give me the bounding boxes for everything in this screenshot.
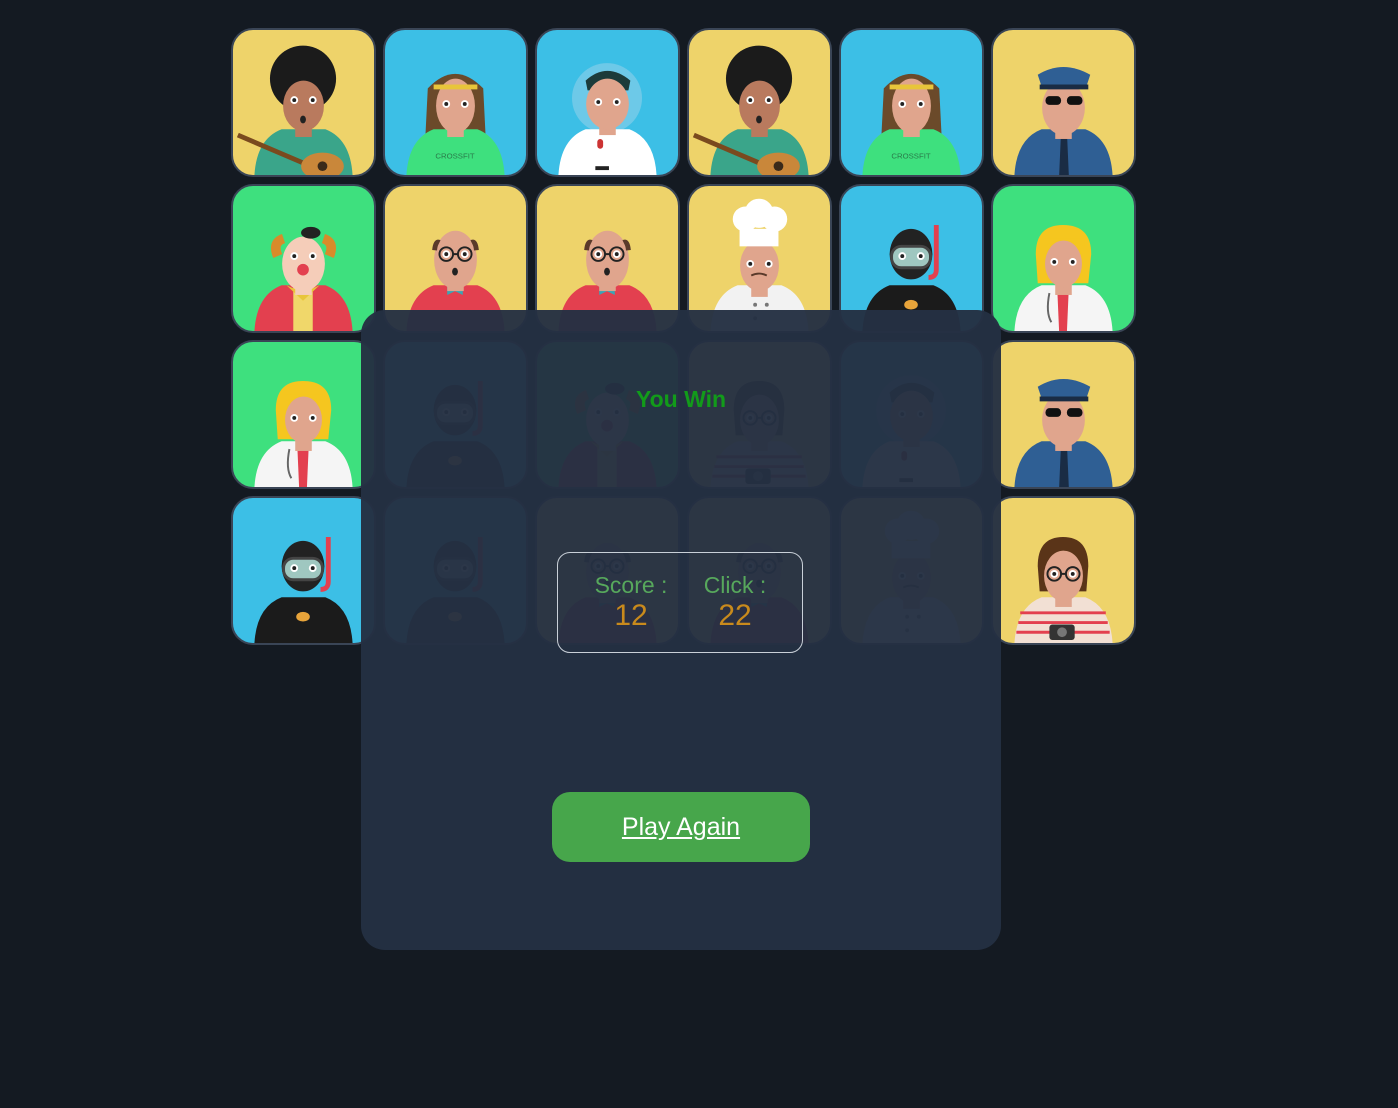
afro-guitarist-icon bbox=[692, 45, 809, 175]
card-blonde-doctor[interactable] bbox=[991, 184, 1136, 333]
click-stat: Click : 22 bbox=[680, 572, 790, 632]
afro-guitarist-icon bbox=[236, 45, 353, 175]
bald-longhair-hipster-icon: CROSSFIT bbox=[862, 73, 961, 175]
bald-longhair-hipster-icon: CROSSFIT bbox=[406, 73, 505, 175]
scuba-diver-icon bbox=[254, 536, 353, 643]
card-photographer[interactable] bbox=[991, 496, 1136, 645]
card-bald-longhair-hipster[interactable]: CROSSFIT bbox=[383, 28, 528, 177]
card-afro-guitarist[interactable] bbox=[687, 28, 832, 177]
score-value: 12 bbox=[614, 599, 648, 632]
card-afro-guitarist[interactable] bbox=[231, 28, 376, 177]
card-scuba-diver[interactable] bbox=[231, 496, 376, 645]
win-title: You Win bbox=[635, 386, 727, 412]
card-clown[interactable] bbox=[231, 184, 376, 333]
score-stat: Score : 12 bbox=[576, 572, 686, 632]
card-bald-longhair-hipster[interactable]: CROSSFIT bbox=[839, 28, 984, 177]
clown-icon bbox=[254, 226, 353, 331]
police-officer-icon bbox=[1014, 67, 1113, 175]
play-again-button[interactable]: Play Again bbox=[552, 792, 810, 862]
card-blonde-doctor[interactable] bbox=[231, 340, 376, 489]
card-police-officer[interactable] bbox=[991, 28, 1136, 177]
police-officer-icon bbox=[1014, 379, 1113, 487]
blonde-doctor-icon bbox=[254, 380, 353, 487]
stats-box: Score : 12 Click : 22 bbox=[557, 552, 803, 653]
svg-text:CROSSFIT: CROSSFIT bbox=[891, 151, 931, 160]
svg-text:CROSSFIT: CROSSFIT bbox=[435, 151, 475, 160]
card-police-officer[interactable] bbox=[991, 340, 1136, 489]
win-dialog: You Win Score : 12 Click : 22 Play Again bbox=[361, 310, 1001, 950]
score-label: Score : bbox=[594, 572, 668, 598]
photographer-icon bbox=[1014, 536, 1113, 643]
blonde-doctor-icon bbox=[1014, 224, 1113, 331]
card-astronaut[interactable] bbox=[535, 28, 680, 177]
click-value: 22 bbox=[718, 599, 752, 632]
astronaut-icon bbox=[558, 63, 657, 175]
click-label: Click : bbox=[703, 572, 767, 598]
